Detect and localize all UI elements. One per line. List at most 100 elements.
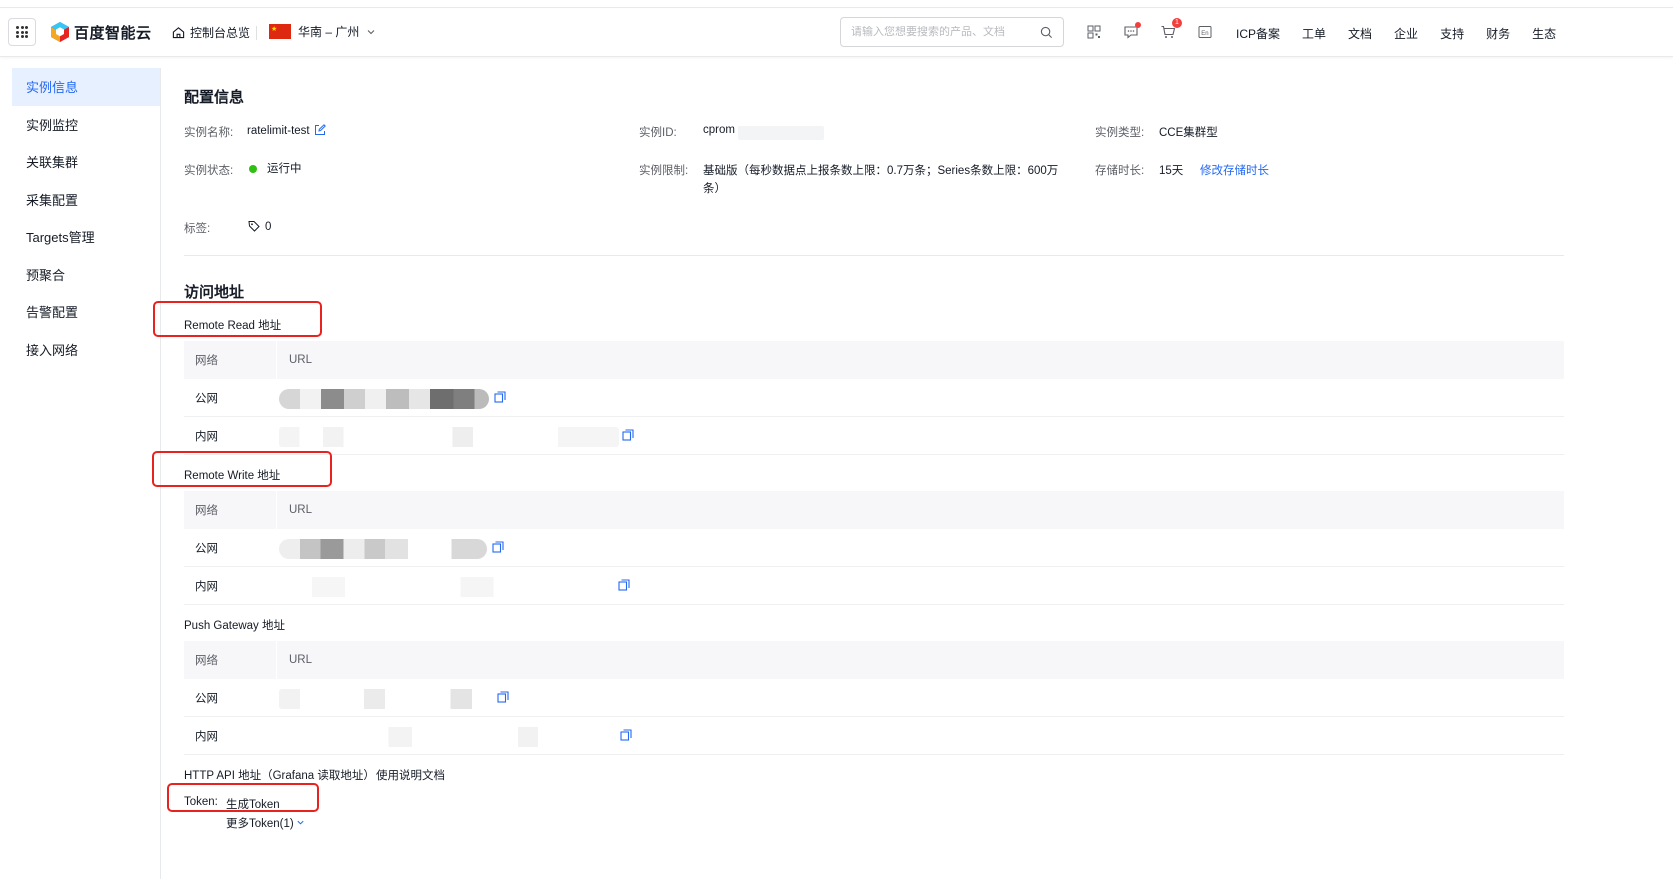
sidebar-item-targets[interactable]: Targets管理 [12,218,160,256]
sidebar: 实例信息 实例监控 关联集群 采集配置 Targets管理 预聚合 告警配置 接… [12,68,161,879]
url-cell [277,529,1564,567]
row-public-label: 公网 [195,542,218,555]
table-row: 内网 [184,717,1564,755]
row-private-label: 内网 [195,730,218,743]
col-url: URL [289,354,313,366]
tags-count: 0 [265,221,272,233]
instance-name-label: 实例名称: [184,127,234,139]
app-grid-button[interactable] [8,18,36,46]
col-network: 网络 [184,641,277,679]
remote-write-label: Remote Write 地址 [184,470,281,482]
search-input[interactable] [851,26,1031,38]
row-private-label: 内网 [195,430,218,443]
copy-icon[interactable] [497,690,509,703]
remote-write-table: 网络 URL 公网 内网 [184,491,1564,605]
instance-id-value: cprom [703,124,735,136]
table-header: 网络 URL [184,341,1564,379]
copy-icon[interactable] [618,578,630,591]
table-row: 公网 [184,379,1564,417]
url-cell [277,379,1564,417]
region-selector[interactable]: ★ 华南 – 广州 [269,23,376,40]
limit-line-2: 条） [703,183,726,195]
top-strip [0,0,1673,8]
table-row: 公网 [184,529,1564,567]
svg-text:En: En [1201,31,1208,37]
more-token-text: 更多Token(1) [226,818,294,830]
instance-limit-value: 基础版（每秒数据点上报条数上限：0.7万条；Series条数上限：600万 条） [703,162,1063,198]
more-token-toggle[interactable]: 更多Token(1) [226,815,305,831]
nav-ecosystem[interactable]: 生态 [1532,25,1556,42]
push-gateway-label: Push Gateway 地址 [184,620,285,632]
nav-docs[interactable]: 文档 [1348,25,1372,42]
search-box [840,17,1064,47]
chevron-down-icon [367,29,375,34]
section-divider [184,255,1564,256]
url-cell [277,717,1564,755]
redacted-url [279,388,489,409]
sidebar-item-linked-clusters[interactable]: 关联集群 [12,143,160,181]
region-label: 华南 – 广州 [298,25,360,39]
sidebar-item-network-access[interactable]: 接入网络 [12,331,160,369]
retention-label: 存储时长: [1095,165,1145,177]
header-divider [256,26,257,40]
search-icon[interactable] [1040,26,1053,39]
sidebar-item-instance-info[interactable]: 实例信息 [12,68,160,106]
tags-value[interactable]: 0 [248,220,271,233]
logo-mark-icon [51,22,69,42]
tags-label: 标签: [184,223,211,235]
push-gateway-table: 网络 URL 公网 内网 [184,641,1564,755]
status-dot [249,164,257,173]
col-network: 网络 [184,491,277,529]
instance-status-label: 实例状态: [184,165,234,177]
message-dot [1135,22,1141,28]
brand-logo[interactable]: 百度智能云 [50,21,152,43]
sidebar-item-alert-config[interactable]: 告警配置 [12,293,160,331]
remote-read-label: Remote Read 地址 [184,320,282,332]
table-row: 内网 [184,417,1564,455]
message-icon[interactable] [1123,22,1141,40]
status-text: 运行中 [267,163,302,175]
table-row: 内网 [184,567,1564,605]
top-header: 百度智能云 控制台总览 ★ 华南 – 广州 1 En ICP备案 工单 文档 [0,9,1673,57]
language-icon[interactable]: En [1197,24,1213,40]
nav-support[interactable]: 支持 [1440,25,1464,42]
grid-icon [16,26,28,38]
remote-read-table: 网络 URL 公网 内网 [184,341,1564,455]
limit-line-1: 基础版（每秒数据点上报条数上限：0.7万条；Series条数上限：600万 [703,165,1059,177]
china-flag-icon: ★ [269,24,291,39]
redacted-url [279,576,609,597]
copy-icon[interactable] [492,540,504,553]
nav-ticket[interactable]: 工单 [1302,25,1326,42]
row-public-label: 公网 [195,392,218,405]
table-header: 网络 URL [184,641,1564,679]
logo-text: 百度智能云 [74,24,152,42]
instance-name-value: ratelimit-test [247,124,326,137]
access-section-title: 访问地址 [184,284,245,301]
redacted-url [279,726,611,747]
copy-icon[interactable] [622,428,634,441]
col-url: URL [289,504,313,516]
redacted-id [738,126,824,140]
copy-icon[interactable] [494,390,506,403]
console-overview-link[interactable]: 控制台总览 [172,24,250,41]
retention-value: 15天 [1159,165,1184,177]
qrcode-icon[interactable] [1086,24,1102,40]
sidebar-item-collect-config[interactable]: 采集配置 [12,181,160,219]
generate-token-link[interactable]: 生成Token [226,796,280,812]
cart-icon[interactable]: 1 [1160,18,1182,40]
instance-name-text: ratelimit-test [247,125,310,137]
config-section-title: 配置信息 [184,89,245,106]
nav-enterprise[interactable]: 企业 [1394,25,1418,42]
usage-doc-link[interactable]: 使用说明文档 [376,767,445,783]
url-cell [277,417,1564,455]
sidebar-item-instance-monitor[interactable]: 实例监控 [12,106,160,144]
nav-icp[interactable]: ICP备案 [1236,25,1280,42]
copy-icon[interactable] [620,728,632,741]
chevron-down-icon [297,820,304,825]
nav-finance[interactable]: 财务 [1486,25,1510,42]
edit-icon[interactable] [314,124,326,136]
sidebar-item-pre-aggregation[interactable]: 预聚合 [12,256,160,294]
redacted-url [279,688,491,709]
modify-retention-link[interactable]: 修改存储时长 [1200,162,1269,178]
cart-badge: 1 [1172,18,1182,28]
